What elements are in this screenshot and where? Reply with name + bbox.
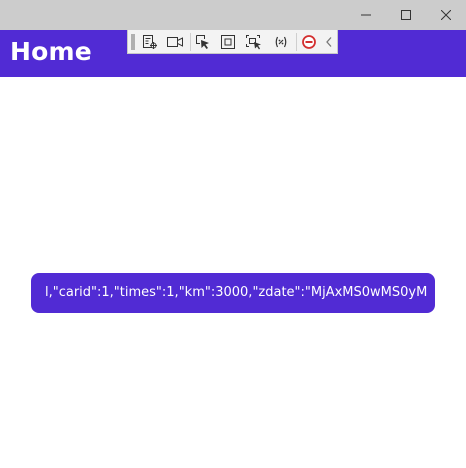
toolbar-separator [296,33,297,51]
hot-reload-stop-button[interactable] [299,32,319,52]
collapse-chevron-icon [325,36,333,48]
track-focused-element-button[interactable] [244,32,264,52]
record-button[interactable] [165,32,185,52]
maximize-icon [401,10,411,20]
select-element-icon [195,34,211,50]
collapse-toolbar-button[interactable] [321,32,337,52]
live-visual-tree-button[interactable] [140,32,160,52]
minimize-icon [361,10,371,20]
track-focused-element-icon [245,34,263,50]
record-icon [166,35,184,49]
binding-failures-icon [273,34,289,50]
toolbar-grip-handle[interactable] [131,34,135,50]
xaml-debug-toolbar [127,30,338,54]
page-title: Home [10,37,92,66]
toolbar-separator [190,33,191,51]
data-button[interactable]: l,"carid":1,"times":1,"km":3000,"zdate":… [31,273,435,313]
maximize-button[interactable] [386,0,426,30]
display-layout-adorners-button[interactable] [218,32,238,52]
close-icon [441,10,451,20]
live-visual-tree-icon [142,34,158,50]
window-title-bar [0,0,466,30]
hot-reload-stop-icon [301,34,317,50]
close-button[interactable] [426,0,466,30]
select-element-button[interactable] [193,32,213,52]
display-layout-adorners-icon [220,34,236,50]
minimize-button[interactable] [346,0,386,30]
binding-failures-button[interactable] [271,32,291,52]
